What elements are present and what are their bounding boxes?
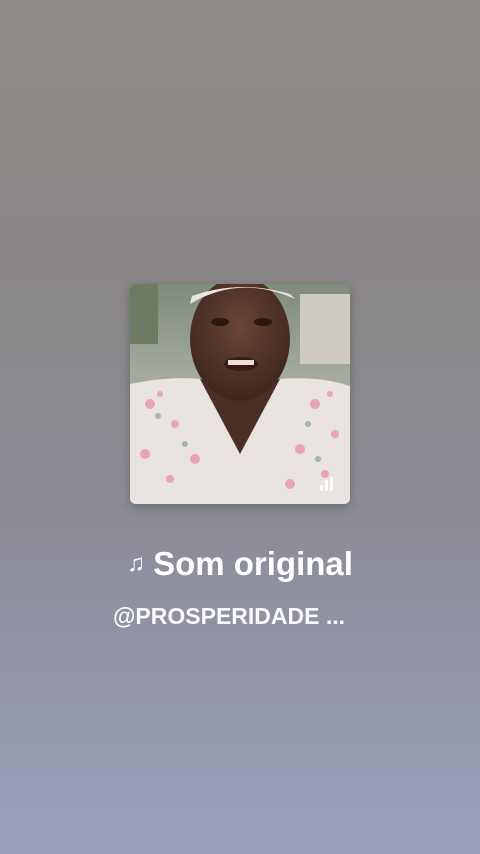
sound-title: ♫ Som original bbox=[0, 544, 480, 584]
sound-title-text: Som original bbox=[153, 545, 353, 582]
sound-author-link[interactable]: @PROSPERIDADE ... bbox=[113, 600, 345, 632]
equalizer-bars-icon bbox=[320, 477, 336, 491]
audio-cover-thumbnail[interactable] bbox=[130, 284, 350, 504]
music-note-icon: ♫ bbox=[127, 550, 146, 577]
cover-image bbox=[130, 284, 350, 504]
original-sound-screen: ♫ Som original @PROSPERIDADE ... bbox=[0, 0, 480, 854]
